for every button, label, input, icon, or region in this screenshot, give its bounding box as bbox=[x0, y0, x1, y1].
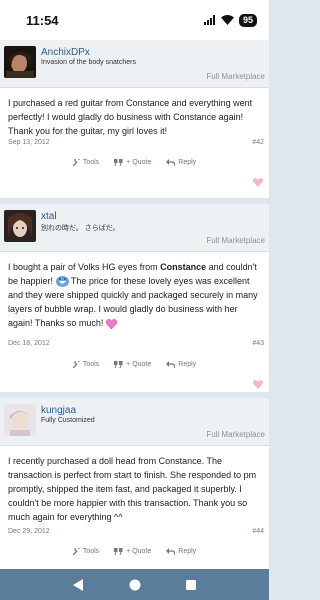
post-message: I bought a pair of Volks HG eyes from Co… bbox=[0, 252, 269, 330]
post-42: AnchixDPx Invasion of the body snatchers… bbox=[0, 40, 269, 198]
tools-label: Tools bbox=[82, 361, 100, 368]
heart-smiley-icon bbox=[105, 318, 117, 329]
user-role: Full Marketplace bbox=[206, 236, 265, 245]
avatar[interactable] bbox=[4, 46, 36, 78]
post-feed[interactable]: AnchixDPx Invasion of the body snatchers… bbox=[0, 40, 269, 569]
quote-label: + Quote bbox=[126, 361, 152, 368]
post-actions: Tools + Quote Reply bbox=[0, 159, 269, 166]
reply-icon bbox=[166, 548, 176, 555]
battery-icon: 95 bbox=[238, 13, 257, 27]
user-title: Invasion of the body snatchers bbox=[41, 59, 136, 66]
home-icon[interactable] bbox=[129, 579, 141, 591]
username[interactable]: kungjaa bbox=[41, 405, 76, 416]
post-message: I recently purchased a doll head from Co… bbox=[8, 456, 257, 522]
post-date: Dec 18, 2012 bbox=[8, 340, 50, 347]
quote-button[interactable]: + Quote bbox=[114, 548, 151, 555]
post-date: Dec 29, 2012 bbox=[8, 528, 50, 535]
status-bar: 11:54 95 bbox=[0, 0, 269, 40]
user-title: 別れの時だ。 さらばだ。 bbox=[41, 225, 120, 232]
reply-button[interactable]: Reply bbox=[166, 361, 196, 368]
wifi-icon bbox=[220, 15, 234, 25]
post-actions: Tools + Quote Reply bbox=[0, 361, 269, 368]
reply-label: Reply bbox=[178, 361, 197, 368]
post-header: xtal 別れの時だ。 さらばだ。 Full Marketplace bbox=[0, 204, 269, 252]
reply-button[interactable]: Reply bbox=[166, 159, 196, 166]
quote-button[interactable]: + Quote bbox=[114, 159, 151, 166]
reply-icon bbox=[166, 159, 176, 166]
post-meta: Sep 13, 2012 #42 bbox=[8, 139, 264, 146]
avatar[interactable] bbox=[4, 210, 36, 242]
heart-icon[interactable] bbox=[253, 380, 263, 389]
post-number[interactable]: #43 bbox=[252, 340, 264, 347]
post-43: xtal 別れの時だ。 さらばだ。 Full Marketplace I bou… bbox=[0, 204, 269, 392]
post-message: I purchased a red guitar from Constance … bbox=[8, 98, 253, 136]
status-time: 11:54 bbox=[26, 12, 59, 28]
username[interactable]: xtal bbox=[41, 211, 57, 222]
tools-button[interactable]: Tools bbox=[72, 361, 100, 368]
quote-icon bbox=[114, 159, 123, 166]
wrench-icon bbox=[72, 548, 80, 555]
back-icon[interactable] bbox=[72, 578, 84, 591]
reply-button[interactable]: Reply bbox=[166, 548, 196, 555]
post-meta: Dec 18, 2012 #43 bbox=[8, 340, 264, 347]
happy-smiley-icon bbox=[55, 276, 69, 287]
post-header: AnchixDPx Invasion of the body snatchers… bbox=[0, 40, 269, 88]
quote-label: + Quote bbox=[126, 548, 152, 555]
reply-icon bbox=[166, 361, 176, 368]
post-date: Sep 13, 2012 bbox=[8, 139, 50, 146]
tools-label: Tools bbox=[82, 159, 100, 166]
heart-icon[interactable] bbox=[253, 178, 263, 187]
signal-icon bbox=[203, 15, 215, 25]
post-number[interactable]: #44 bbox=[252, 528, 264, 535]
wrench-icon bbox=[72, 361, 80, 368]
reply-label: Reply bbox=[178, 159, 197, 166]
post-meta: Dec 29, 2012 #44 bbox=[8, 528, 264, 535]
message-bold-name: Constance bbox=[160, 262, 207, 272]
reply-label: Reply bbox=[178, 548, 197, 555]
user-role: Full Marketplace bbox=[206, 72, 265, 81]
post-number[interactable]: #42 bbox=[252, 139, 264, 146]
user-title: Fully Customized bbox=[41, 417, 95, 424]
system-nav-bar bbox=[0, 569, 269, 600]
tools-button[interactable]: Tools bbox=[72, 548, 100, 555]
avatar[interactable] bbox=[4, 404, 36, 436]
wrench-icon bbox=[72, 159, 80, 166]
tools-button[interactable]: Tools bbox=[72, 159, 100, 166]
username[interactable]: AnchixDPx bbox=[41, 47, 90, 58]
recents-icon[interactable] bbox=[186, 579, 197, 590]
post-header: kungjaa Fully Customized Full Marketplac… bbox=[0, 398, 269, 446]
message-part: I bought a pair of Volks HG eyes from bbox=[8, 262, 161, 272]
post-44: kungjaa Fully Customized Full Marketplac… bbox=[0, 398, 269, 569]
tools-label: Tools bbox=[82, 548, 100, 555]
quote-icon bbox=[114, 361, 123, 368]
status-icons: 95 bbox=[203, 13, 257, 27]
quote-icon bbox=[114, 548, 123, 555]
post-actions: Tools + Quote Reply bbox=[0, 548, 269, 555]
quote-button[interactable]: + Quote bbox=[114, 361, 151, 368]
quote-label: + Quote bbox=[126, 159, 152, 166]
user-role: Full Marketplace bbox=[206, 430, 265, 439]
